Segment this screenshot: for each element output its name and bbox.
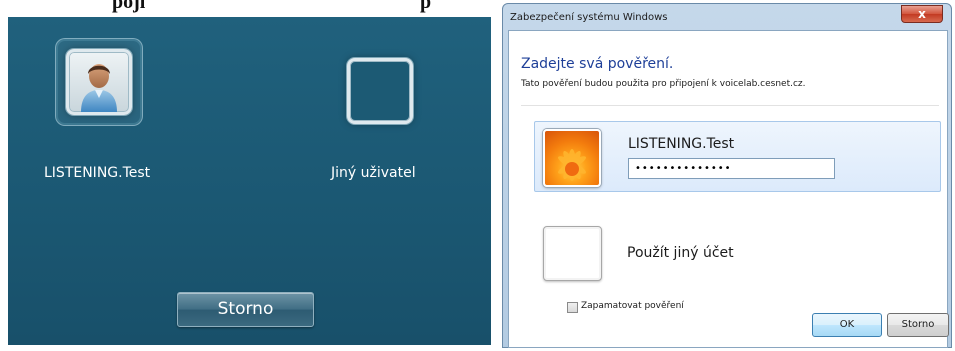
dialog-body: Zadejte svá pověření. Tato pověření budo…: [508, 30, 948, 348]
close-button[interactable]: x: [901, 5, 943, 23]
flower-avatar-icon: [543, 129, 601, 187]
user-tile-selection-frame[interactable]: [55, 38, 143, 126]
other-account-label[interactable]: Použít jiný účet: [627, 245, 734, 261]
other-user-tile[interactable]: [347, 58, 413, 124]
saved-credential-row[interactable]: LISTENING.Test ••••••••••••••: [534, 121, 941, 192]
credential-username: LISTENING.Test: [628, 136, 735, 152]
dialog-heading: Zadejte svá pověření.: [521, 56, 674, 72]
remember-credentials-checkbox[interactable]: [567, 302, 578, 313]
dialog-subheading: Tato pověření budou použita pro připojen…: [521, 79, 806, 89]
ok-button[interactable]: OK: [812, 313, 882, 337]
user-name-label: LISTENING.Test: [44, 165, 151, 181]
caption-fragment-right: p: [420, 0, 432, 13]
flower-icon: [558, 149, 586, 181]
user-avatar-icon: [81, 64, 117, 112]
close-icon: x: [918, 7, 926, 21]
divider: [521, 105, 939, 106]
cancel-button[interactable]: Storno: [887, 313, 949, 337]
caption-fragment-left: pojí: [112, 0, 146, 13]
other-account-tile[interactable]: [543, 226, 602, 281]
password-field[interactable]: ••••••••••••••: [628, 158, 835, 179]
dialog-title: Zabezpečení systému Windows: [510, 12, 668, 23]
user-tile-listening-test[interactable]: [66, 49, 132, 115]
other-user-label: Jiný uživatel: [331, 165, 416, 181]
storno-button[interactable]: Storno: [177, 292, 314, 327]
logon-screen: LISTENING.Test Jiný uživatel Storno: [8, 17, 491, 345]
dialog-titlebar[interactable]: Zabezpečení systému Windows x: [503, 4, 951, 30]
credential-dialog: Zabezpečení systému Windows x Zadejte sv…: [502, 3, 952, 348]
remember-credentials-label[interactable]: Zapamatovat pověření: [581, 301, 684, 311]
